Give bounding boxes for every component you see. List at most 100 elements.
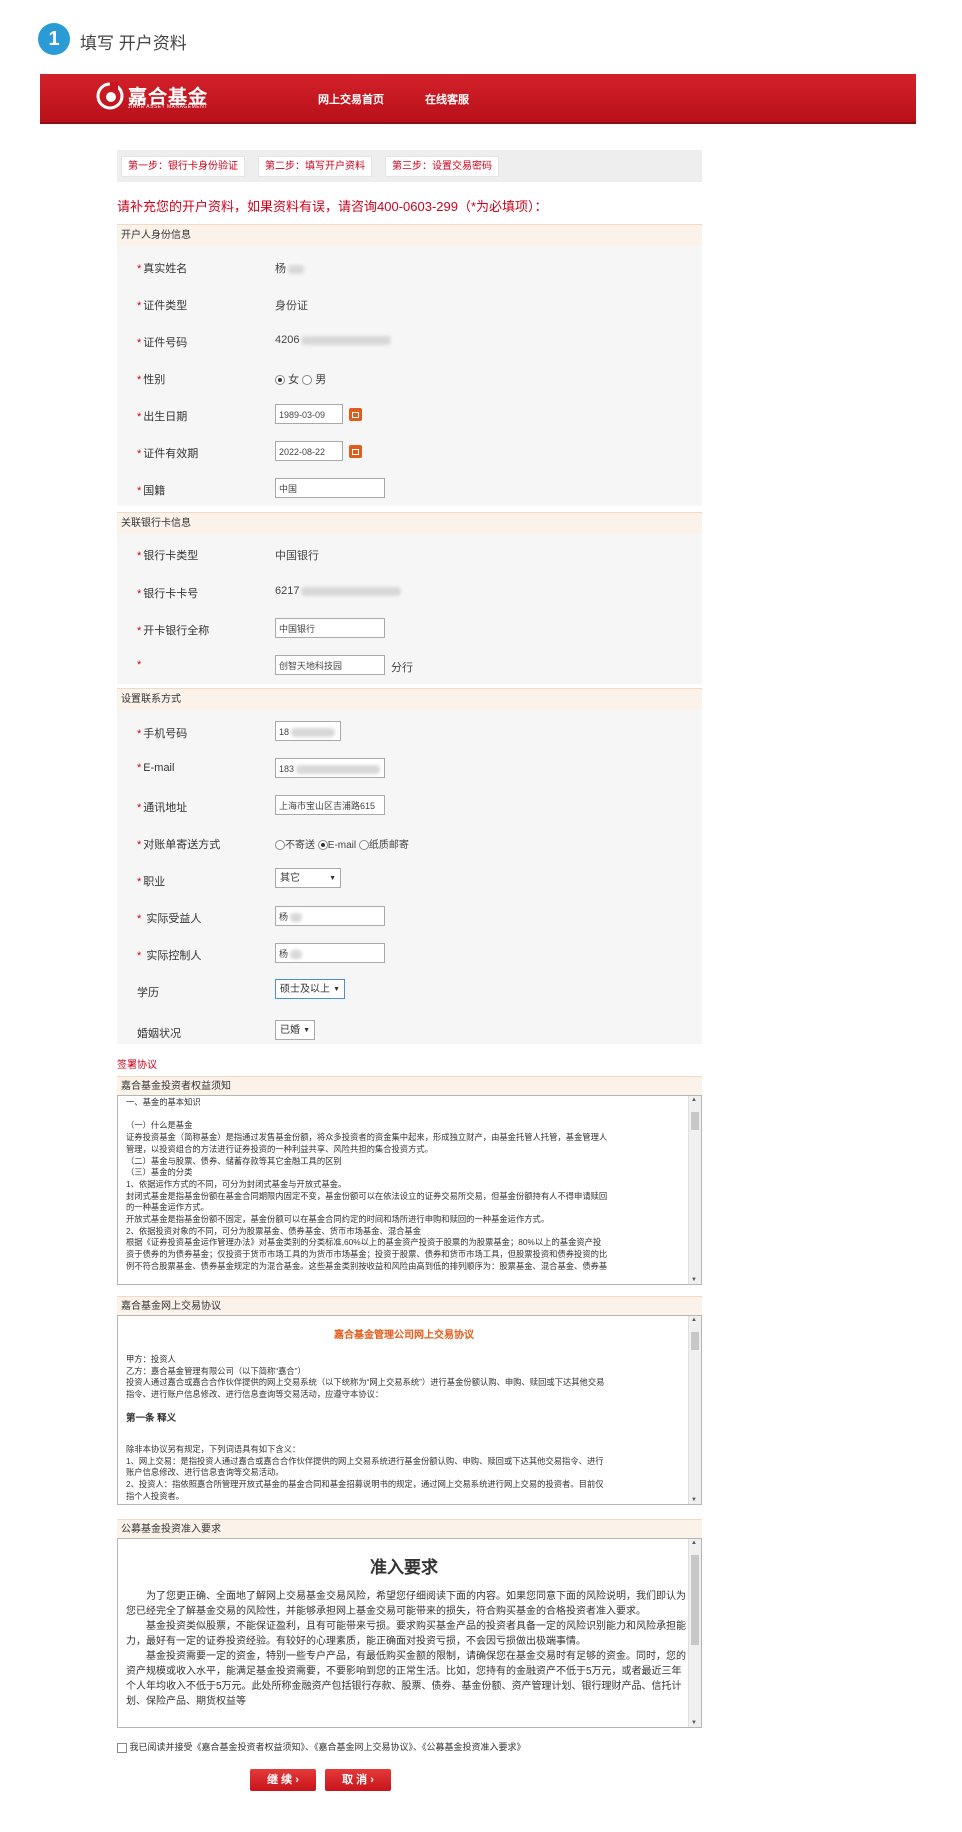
step-2: 第二步：填写开户资料 xyxy=(258,156,372,177)
agreement-2-text: 甲方：投资人 乙方：嘉合基金管理有限公司（以下简称“嘉合”） 投资人通过嘉合或嘉合合… xyxy=(126,1354,686,1401)
consent-checkbox[interactable] xyxy=(117,1742,127,1753)
id-validity-input[interactable]: 2022-08-22 xyxy=(275,441,343,461)
label-phone: * 手机号码 xyxy=(137,728,188,740)
education-select[interactable]: 硕士及以上 ▼ xyxy=(275,979,345,999)
text-line: 投资人通过嘉合或嘉合合作伙伴提供的网上交易系统（以下统称为“网上交易系统”）进行… xyxy=(126,1377,605,1388)
text-line: 管理，以投资组合的方法进行证券投资的一种利益共享、风险共担的集合投资方式。 xyxy=(126,1143,433,1154)
text-line: 证券投资基金（简称基金）是指通过发售基金份额，将众多投资者的资金集中起来，形成独… xyxy=(126,1132,608,1143)
nav-home-link[interactable]: 网上交易首页 xyxy=(318,91,384,107)
agreement-2-scrollbox[interactable]: 嘉合基金管理公司网上交易协议 甲方：投资人 乙方：嘉合基金管理有限公司（以下简称“… xyxy=(117,1315,702,1505)
text-line: 一、基金的基本知识 xyxy=(126,1097,201,1107)
statement-radio-group: 不寄送 E-mail 纸质邮寄 xyxy=(275,836,409,851)
text-line: 的一种基金运作方式。 xyxy=(126,1202,209,1213)
agreement-2-title: 嘉合基金网上交易协议 xyxy=(117,1296,702,1315)
scroll-up-icon[interactable]: ▲ xyxy=(691,1317,697,1323)
label-email: * E-mail xyxy=(137,762,175,774)
text-line: 除非本协议另有规定，下列词语具有如下含义： xyxy=(126,1444,301,1454)
card-type-value: 中国银行 xyxy=(275,550,319,562)
bank-fullname-input[interactable]: 中国银行 xyxy=(275,618,385,638)
scroll-thumb[interactable] xyxy=(691,1332,699,1350)
gender-female-label: 女 xyxy=(288,374,300,386)
scroll-thumb[interactable] xyxy=(691,1555,699,1645)
statement-none-radio[interactable] xyxy=(275,840,285,851)
agreements-title: 签署协议 xyxy=(117,1060,157,1071)
cancel-button[interactable]: 取 消 › xyxy=(325,1769,391,1791)
statement-paper-radio[interactable] xyxy=(358,840,369,851)
gender-radio-group: 女 男 xyxy=(275,371,326,387)
section-title-contact: 设置联系方式 xyxy=(117,688,702,710)
calendar-icon[interactable] xyxy=(349,408,362,421)
label-id-type: * 证件类型 xyxy=(137,300,188,312)
label-gender: * 性别 xyxy=(137,374,166,386)
statement-paper-label: 纸质邮寄 xyxy=(368,840,409,851)
agreement-3-text: 为了您更正确、全面地了解网上交易基金交易风险，希望您仔细阅读下面的内容。如果您同… xyxy=(126,1589,686,1709)
agreement-2-section: 第一条 释义 xyxy=(126,1413,177,1424)
agreement-3-heading: 准入要求 xyxy=(370,1558,438,1577)
jiahe-logo-icon xyxy=(96,82,124,110)
calendar-icon[interactable] xyxy=(349,445,362,458)
chevron-down-icon: ▼ xyxy=(303,1027,310,1034)
label-controller: * 实际控制人 xyxy=(137,950,202,962)
scroll-down-icon[interactable]: ▼ xyxy=(691,1497,697,1503)
label-branch-required: * xyxy=(137,659,142,671)
text-line: 账户信息修改、进行信息查询等交易活动。 xyxy=(126,1467,284,1478)
logo-subtitle: JIAHE ASSET MANAGEMENT xyxy=(128,104,208,110)
cancel-button-label: 取 消 xyxy=(342,1774,368,1786)
label-beneficiary: * 实际受益人 xyxy=(137,913,202,925)
controller-input[interactable]: 杨 xyxy=(275,943,385,963)
text-line: 开放式基金是指基金份额不固定，基金份额可以在基金合同约定的时间和场所进行申购和赎… xyxy=(126,1214,550,1225)
label-birth-date: * 出生日期 xyxy=(137,411,188,423)
agreement-1-title: 嘉合基金投资者权益须知 xyxy=(117,1076,702,1095)
email-input[interactable]: 183 xyxy=(275,758,385,778)
marital-status-select[interactable]: 已婚 ▼ xyxy=(275,1020,315,1040)
address-input[interactable]: 上海市宝山区吉浦路615 xyxy=(275,795,385,815)
scroll-down-icon[interactable]: ▼ xyxy=(691,1720,697,1726)
id-number-value: 4206 xyxy=(275,334,392,346)
scroll-up-icon[interactable]: ▲ xyxy=(691,1097,697,1103)
label-card-type: * 银行卡类型 xyxy=(137,550,199,562)
text-line: 资于债券的为债券基金；仅投资于货币市场工具的为货币市场基金；投资于股票、债券和货… xyxy=(126,1249,608,1260)
agreement-2-heading: 嘉合基金管理公司网上交易协议 xyxy=(334,1330,474,1341)
scroll-up-icon[interactable]: ▲ xyxy=(691,1540,697,1546)
text-line: 根据《证券投资基金运作管理办法》对基金类别的分类标准,60%以上的基金资产投资于… xyxy=(126,1237,602,1248)
agreement-1-scrollbox[interactable]: 一、基金的基本知识 （一）什么是基金 证券投资基金（简称基金）是指通过发售基金份额… xyxy=(117,1095,702,1285)
agreement-1-text: 一、基金的基本知识 （一）什么是基金 证券投资基金（简称基金）是指通过发售基金份额… xyxy=(126,1097,686,1273)
text-line: 基金投资需要一定的资金，特别一些专户产品，有最低购买金额的限制，请确保您在基金交… xyxy=(126,1651,686,1707)
text-line: 指个人投资者。 xyxy=(126,1490,185,1501)
agreement-3-scrollbar[interactable]: ▲ ▼ xyxy=(688,1539,701,1727)
gender-female-radio[interactable] xyxy=(275,375,285,386)
agreement-2-scrollbar[interactable]: ▲ ▼ xyxy=(688,1316,701,1504)
label-real-name: * 真实姓名 xyxy=(137,263,188,275)
site-header: 嘉合基金 JIAHE ASSET MANAGEMENT 网上交易首页 在线客服 xyxy=(40,74,916,124)
agreement-3-scrollbox[interactable]: 准入要求 为了您更正确、全面地了解网上交易基金交易风险，希望您仔细阅读下面的内容… xyxy=(117,1538,702,1728)
branch-input[interactable]: 创智天地科技园 xyxy=(275,655,385,675)
label-bank-fullname: * 开卡银行全称 xyxy=(137,625,210,637)
branch-suffix: 分行 xyxy=(391,662,413,674)
continue-button[interactable]: 继 续 › xyxy=(250,1769,316,1791)
real-name-value: 杨 xyxy=(275,260,304,276)
consent-row: 我已阅读并接受《嘉合基金投资者权益须知》、《嘉合基金网上交易协议》、《公募基金投… xyxy=(117,1740,526,1753)
nav-online-service-link[interactable]: 在线客服 xyxy=(425,91,469,107)
gender-male-radio[interactable] xyxy=(302,375,313,386)
text-line xyxy=(126,1109,686,1121)
nationality-input[interactable]: 中国 xyxy=(275,478,385,498)
chevron-down-icon: ▼ xyxy=(329,875,336,882)
text-line: （三）基金的分类 xyxy=(126,1167,193,1178)
scroll-down-icon[interactable]: ▼ xyxy=(691,1277,697,1283)
birth-date-input[interactable]: 1989-03-09 xyxy=(275,404,343,424)
occupation-select[interactable]: 其它 ▼ xyxy=(275,868,341,888)
statement-email-radio[interactable] xyxy=(317,840,328,851)
phone-input[interactable]: 18 xyxy=(275,721,341,741)
step-1: 第一步：银行卡身份验证 xyxy=(121,156,245,177)
text-line: 乙方：嘉合基金管理有限公司（以下简称“嘉合”） xyxy=(126,1365,306,1376)
text-line: （二）基金与股票、债券、储蓄存款等其它金融工具的区别 xyxy=(126,1155,342,1166)
continue-button-label: 继 续 xyxy=(267,1774,293,1786)
chevron-down-icon: ▼ xyxy=(333,986,340,993)
label-id-validity: * 证件有效期 xyxy=(137,448,199,460)
beneficiary-input[interactable]: 杨 xyxy=(275,906,385,926)
text-line: 指令、进行账户信息修改、进行信息查询等交易活动，应遵守本协议： xyxy=(126,1389,384,1400)
step-progress-bar: 第一步：银行卡身份验证 第二步：填写开户资料 第三步：设置交易密码 xyxy=(117,150,702,182)
agreement-1-scrollbar[interactable]: ▲ ▼ xyxy=(688,1096,701,1284)
chevron-right-icon: › xyxy=(295,1774,299,1786)
scroll-thumb[interactable] xyxy=(691,1112,699,1130)
